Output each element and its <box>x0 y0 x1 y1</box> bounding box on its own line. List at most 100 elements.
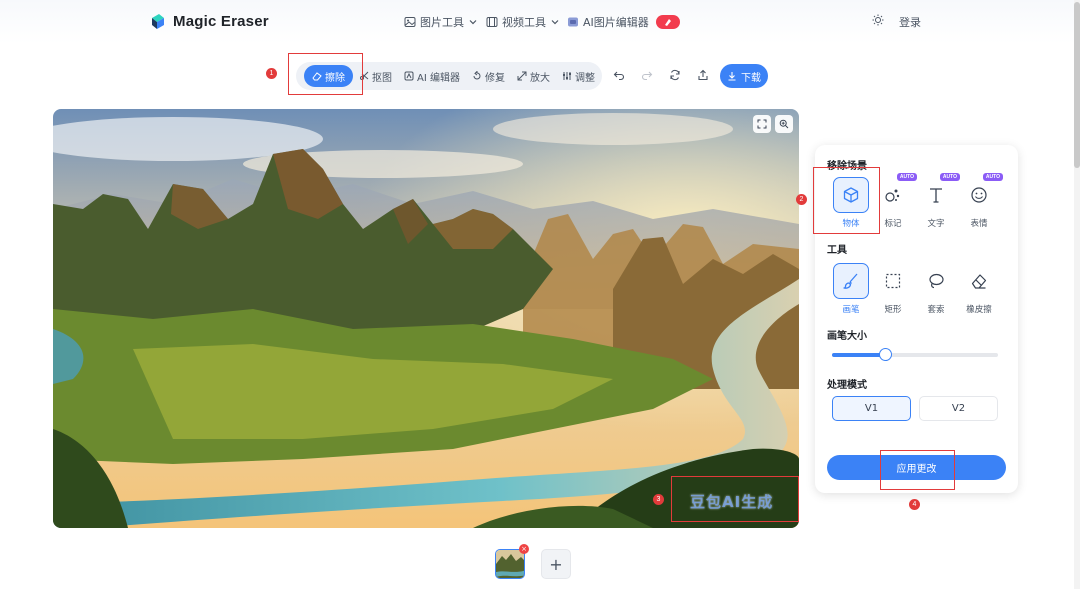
refresh-icon <box>670 69 680 81</box>
emoji-icon <box>971 187 987 203</box>
login-link[interactable]: 登录 <box>899 14 921 30</box>
rectangle-icon <box>885 273 901 289</box>
brush-icon <box>843 273 858 289</box>
chevron-down-icon <box>551 20 559 25</box>
top-nav: Magic Eraser 图片工具 视频工具 AI图片编辑器 登录 <box>0 0 1080 44</box>
annotation-number-1: 1 <box>266 68 277 79</box>
undo-button[interactable] <box>610 64 628 86</box>
auto-tag: AUTO <box>939 173 960 181</box>
tool-eraser[interactable]: 橡皮擦 <box>959 263 999 315</box>
redo-icon <box>641 71 653 81</box>
image-canvas[interactable]: 豆包AI生成 <box>53 109 799 528</box>
annotation-number-4: 4 <box>909 499 920 510</box>
annotation-number-3: 3 <box>653 494 664 505</box>
sparkle-icon <box>664 19 671 26</box>
download-label: 下载 <box>741 72 761 84</box>
scene-label: 文字 <box>927 219 945 229</box>
image-icon <box>404 17 416 27</box>
nav-image-tools[interactable]: 图片工具 <box>404 14 478 30</box>
redo-button[interactable] <box>638 64 656 86</box>
tool-adjust[interactable]: 调整 <box>556 65 601 87</box>
sun-icon <box>872 14 884 26</box>
tool-label: 橡皮擦 <box>966 305 992 315</box>
ai-editor-icon <box>568 17 578 27</box>
tool-label: 抠图 <box>372 72 392 84</box>
brush-size-title: 画笔大小 <box>827 331 867 342</box>
nav-video-tools[interactable]: 视频工具 <box>486 14 560 30</box>
fullscreen-button[interactable] <box>753 115 771 133</box>
slider-fill <box>832 353 886 357</box>
chevron-down-icon <box>469 20 477 25</box>
annotation-box-2 <box>813 167 880 234</box>
slider-thumb[interactable] <box>879 348 893 361</box>
thumbnail-image <box>496 550 524 578</box>
mode-v1-button[interactable]: V1 <box>832 396 911 421</box>
image-tools <box>753 115 793 133</box>
logo[interactable]: Magic Eraser <box>149 12 269 30</box>
expand-icon <box>517 71 527 81</box>
nav-badge <box>655 15 680 29</box>
annotation-box-4 <box>880 450 955 490</box>
undo-icon <box>613 71 625 81</box>
tool-label: 修复 <box>484 72 505 84</box>
scene-emoji[interactable]: AUTO 表情 <box>959 173 1003 229</box>
video-icon <box>486 17 498 27</box>
nav-ai-editor[interactable]: AI图片编辑器 <box>567 14 680 30</box>
share-button[interactable] <box>694 64 712 86</box>
tool-label: AI 编辑器 <box>417 72 460 84</box>
lasso-icon <box>929 273 944 289</box>
remove-thumbnail-icon[interactable]: × <box>519 544 529 554</box>
tool-icon-wrap <box>918 263 954 299</box>
tool-lasso[interactable]: 套索 <box>916 263 956 315</box>
tool-icon-wrap <box>875 263 911 299</box>
tool-label: 画笔 <box>842 305 860 315</box>
annotation-box-1 <box>288 53 363 95</box>
image-thumbnail[interactable] <box>495 549 525 579</box>
nav-label: 图片工具 <box>420 16 464 29</box>
tool-restore[interactable]: 修复 <box>466 65 511 87</box>
adjust-icon <box>562 72 571 80</box>
tool-brush[interactable]: 画笔 <box>831 263 871 315</box>
mode-title: 处理模式 <box>827 380 867 391</box>
page-scrollbar[interactable] <box>1074 0 1080 589</box>
app-name: Magic Eraser <box>173 12 269 30</box>
download-icon <box>728 72 736 81</box>
history-actions <box>610 64 712 86</box>
add-image-button[interactable]: + <box>541 549 571 579</box>
scene-label: 表情 <box>970 219 988 229</box>
tool-label: 调整 <box>574 72 595 84</box>
logo-icon <box>152 14 164 29</box>
tool-ai-editor[interactable]: AI 编辑器 <box>398 65 466 87</box>
scene-icon-wrap: AUTO <box>875 173 917 213</box>
brush-size-slider[interactable] <box>832 348 998 361</box>
tools-title: 工具 <box>827 245 847 256</box>
refresh-button[interactable] <box>666 64 684 86</box>
tool-label: 套索 <box>927 305 945 315</box>
tool-icon-wrap <box>961 263 997 299</box>
mode-v2-button[interactable]: V2 <box>919 396 998 421</box>
tool-label: 矩形 <box>884 305 902 315</box>
scene-text[interactable]: AUTO 文字 <box>916 173 960 229</box>
annotation-number-2: 2 <box>796 194 807 205</box>
nav-label: AI图片编辑器 <box>583 16 649 29</box>
theme-toggle[interactable] <box>872 14 884 29</box>
download-button[interactable]: 下载 <box>720 64 768 88</box>
ai-edit-icon <box>404 71 414 81</box>
marker-icon <box>885 189 900 202</box>
scrollbar-thumb[interactable] <box>1074 2 1080 168</box>
tool-rectangle[interactable]: 矩形 <box>873 263 913 315</box>
auto-tag: AUTO <box>896 173 917 181</box>
fullscreen-icon <box>757 119 767 129</box>
annotation-box-3 <box>671 476 799 522</box>
zoom-icon <box>779 119 789 129</box>
zoom-button[interactable] <box>775 115 793 133</box>
tool-label: 放大 <box>529 72 550 84</box>
eraser-tool-icon <box>971 274 987 289</box>
scene-icon-wrap: AUTO <box>961 173 1003 213</box>
tool-expand[interactable]: 放大 <box>511 65 556 87</box>
restore-icon <box>473 71 481 80</box>
auto-tag: AUTO <box>982 173 1003 181</box>
nav-label: 视频工具 <box>502 16 546 29</box>
scene-icon-wrap: AUTO <box>918 173 960 213</box>
landscape-image <box>53 109 799 528</box>
